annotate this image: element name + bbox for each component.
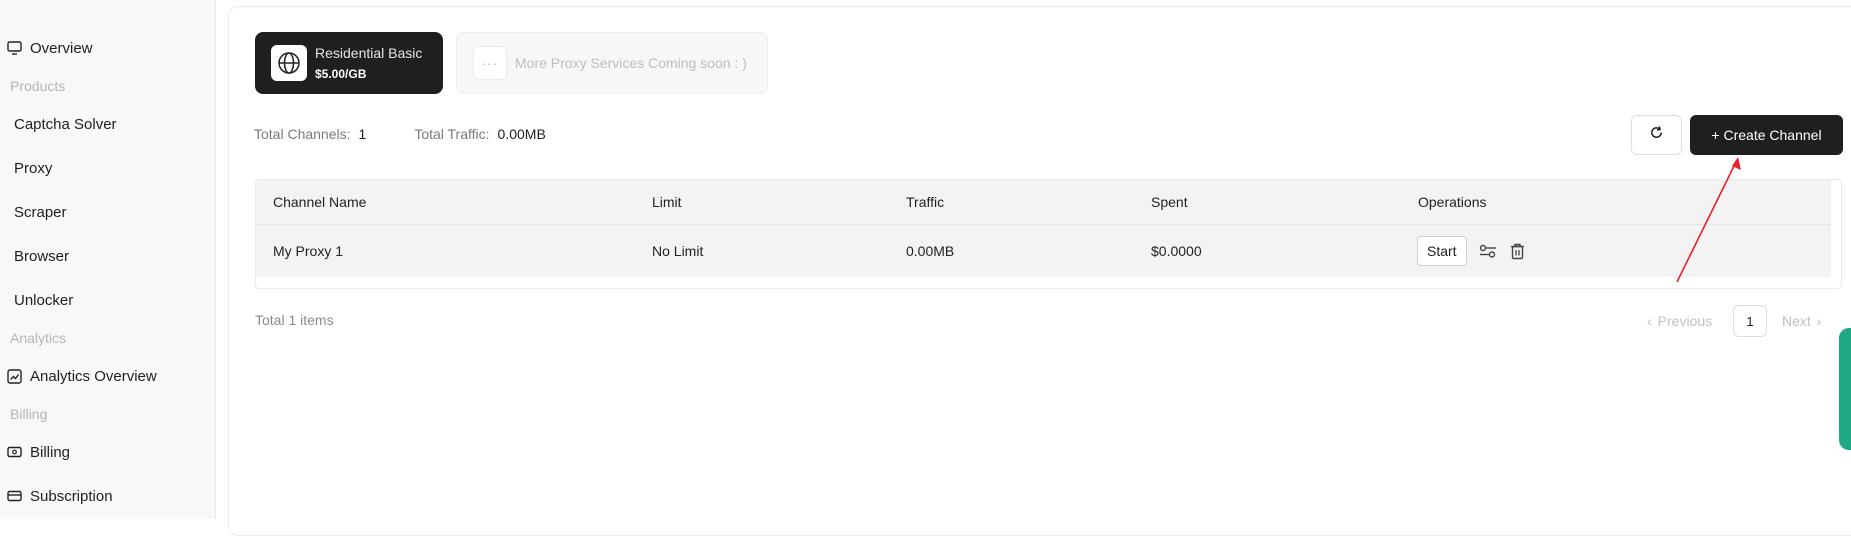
banknote-icon: [6, 444, 22, 460]
channel-stats: Total Channels: 1 Total Traffic: 0.00MB: [254, 126, 546, 142]
service-card-residential-basic[interactable]: Residential Basic $5.00/GB: [255, 32, 443, 94]
sidebar-item-billing[interactable]: Billing: [0, 437, 70, 467]
chevron-left-icon: ‹: [1647, 313, 1652, 329]
trash-icon[interactable]: [1509, 242, 1527, 260]
previous-label: Previous: [1657, 313, 1713, 329]
sidebar-item-captcha-solver[interactable]: Captcha Solver: [0, 109, 117, 139]
next-label: Next: [1782, 313, 1811, 329]
channel-name-cell: My Proxy 1: [273, 243, 344, 259]
sidebar-item-label: Proxy: [14, 159, 53, 177]
refresh-icon: [1649, 125, 1664, 145]
total-traffic-value: 0.00MB: [497, 126, 546, 142]
column-header-spent: Spent: [1151, 194, 1188, 210]
sidebar-item-unlocker[interactable]: Unlocker: [0, 285, 73, 315]
sidebar-item-analytics-overview[interactable]: Analytics Overview: [0, 361, 157, 391]
spent-cell: $0.0000: [1151, 243, 1202, 259]
previous-page-button[interactable]: ‹ Previous: [1647, 305, 1712, 337]
sidebar-item-overview[interactable]: Overview: [0, 33, 93, 63]
service-price: $5.00/GB: [315, 67, 367, 81]
monitor-icon: [6, 40, 22, 56]
sidebar-item-label: Subscription: [30, 487, 113, 505]
settings-sliders-icon[interactable]: [1479, 242, 1497, 260]
sidebar: Overview Products Captcha Solver Proxy S…: [0, 0, 216, 519]
table-row: My Proxy 1 No Limit 0.00MB $0.0000 Start: [256, 225, 1831, 277]
sidebar-group-billing: Billing: [10, 406, 48, 422]
refresh-button[interactable]: [1631, 115, 1682, 155]
service-name: Residential Basic: [315, 45, 423, 61]
column-header-operations: Operations: [1418, 194, 1487, 210]
sidebar-item-label: Analytics Overview: [30, 367, 157, 385]
sidebar-group-products: Products: [10, 78, 66, 94]
sidebar-group-analytics: Analytics: [10, 330, 67, 346]
sidebar-item-label: Overview: [30, 39, 93, 57]
table-header: Channel Name Limit Traffic Spent Operati…: [256, 180, 1831, 225]
chart-image-icon: [6, 368, 22, 384]
service-card-coming-soon: ··· More Proxy Services Coming soon : ): [456, 32, 768, 94]
column-header-channel-name: Channel Name: [273, 194, 367, 210]
sidebar-item-browser[interactable]: Browser: [0, 241, 69, 271]
page-number-button[interactable]: 1: [1733, 305, 1767, 337]
sidebar-item-label: Unlocker: [14, 291, 74, 309]
start-button[interactable]: Start: [1417, 236, 1467, 266]
total-items-text: Total 1 items: [255, 312, 334, 328]
floating-side-tab[interactable]: [1839, 328, 1851, 450]
sidebar-item-label: Captcha Solver: [14, 115, 117, 133]
channels-table: Channel Name Limit Traffic Spent Operati…: [255, 179, 1842, 289]
create-channel-button[interactable]: + Create Channel: [1690, 115, 1843, 155]
sidebar-item-scraper[interactable]: Scraper: [0, 197, 67, 227]
more-icon: ···: [473, 46, 507, 80]
next-page-button[interactable]: Next ›: [1782, 305, 1821, 337]
operations-cell: Start: [1417, 225, 1527, 277]
total-channels-label: Total Channels:: [254, 126, 351, 142]
traffic-cell: 0.00MB: [906, 243, 955, 259]
globe-icon: [271, 45, 307, 81]
chevron-right-icon: ›: [1816, 313, 1822, 329]
column-header-traffic: Traffic: [906, 194, 945, 210]
total-channels-value: 1: [358, 126, 367, 142]
coming-soon-text: More Proxy Services Coming soon : ): [515, 55, 747, 71]
sidebar-item-label: Scraper: [14, 203, 67, 221]
sidebar-item-label: Browser: [14, 247, 70, 265]
total-traffic-label: Total Traffic:: [414, 126, 490, 142]
credit-card-icon: [6, 488, 22, 504]
sidebar-item-subscription[interactable]: Subscription: [0, 481, 113, 511]
sidebar-item-label: Billing: [30, 443, 71, 461]
sidebar-item-proxy[interactable]: Proxy: [0, 153, 52, 183]
column-header-limit: Limit: [652, 194, 682, 210]
limit-cell: No Limit: [652, 243, 704, 259]
